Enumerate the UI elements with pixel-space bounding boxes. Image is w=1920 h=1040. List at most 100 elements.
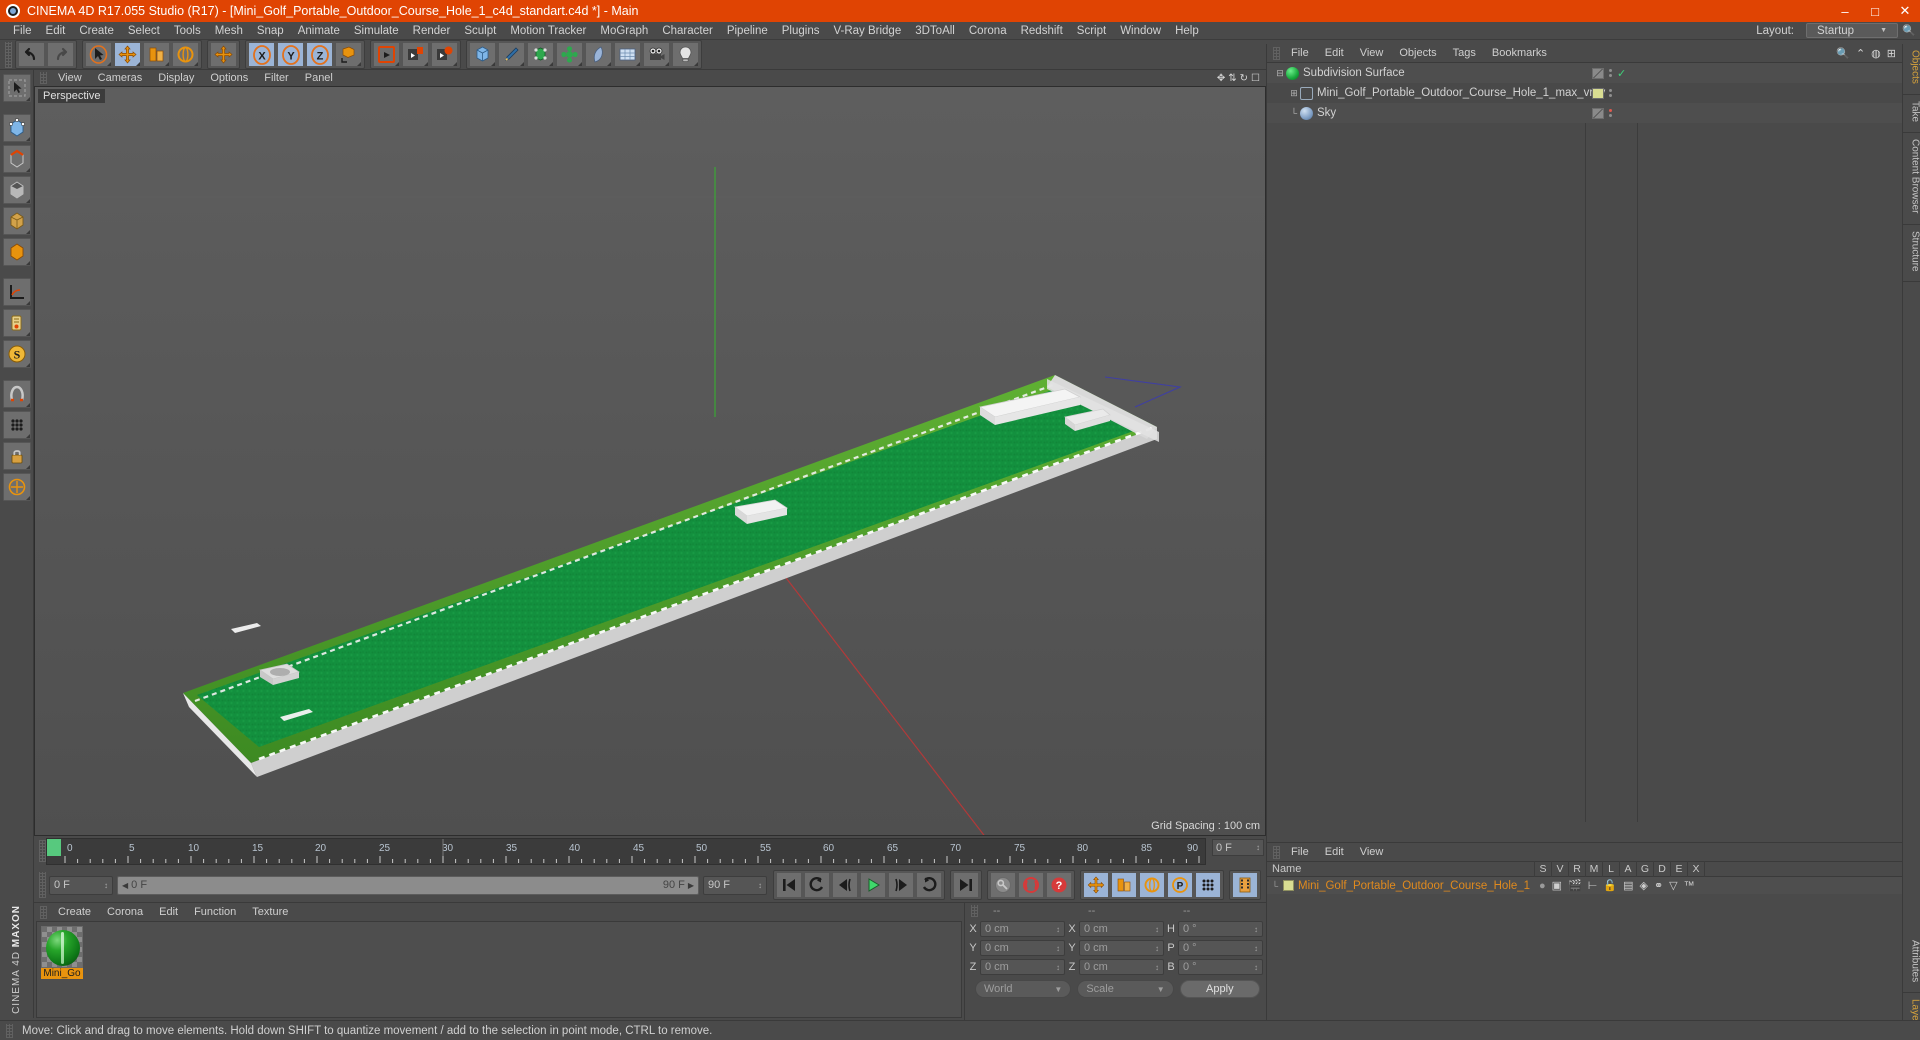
layer-column-d[interactable]: D [1654,861,1671,877]
cube-primitive-button[interactable] [469,42,496,67]
menu-tools[interactable]: Tools [167,22,208,40]
layermgr-menu-edit[interactable]: Edit [1317,843,1352,861]
matmgr-menu-create[interactable]: Create [50,903,99,921]
coordinate-mode-select[interactable]: Scale ▼ [1077,980,1174,998]
pan-icon[interactable]: ✥ [1217,73,1225,84]
viewport-menu-options[interactable]: Options [202,70,256,86]
scale-key-button[interactable] [1111,872,1137,898]
menu-vray-bridge[interactable]: V-Ray Bridge [826,22,908,40]
playbar-grip[interactable] [39,872,46,898]
expand-icon[interactable]: ⊞ [1289,88,1299,99]
material-tag-icon[interactable] [1592,87,1604,99]
enable-axis-tool[interactable] [2,473,31,501]
timeline-button[interactable] [1232,872,1258,898]
autokey-button[interactable] [1018,872,1044,898]
record-key-button[interactable] [990,872,1016,898]
select-tool-button[interactable] [85,42,112,67]
magnet-tool[interactable] [2,380,31,408]
search-icon[interactable]: 🔍 [1836,47,1850,60]
coord-field-pos-y[interactable]: 0 cm ↕ [980,940,1065,956]
material-manager-grip[interactable] [40,905,47,919]
panel-icon[interactable]: ⊞ [1887,47,1896,60]
objmgr-menu-tags[interactable]: Tags [1445,44,1484,62]
go-to-end-button[interactable] [953,872,979,898]
spinner-icon[interactable]: ↕ [1056,944,1060,953]
menu-mograph[interactable]: MoGraph [593,22,655,40]
viewport-menu-view[interactable]: View [50,70,90,86]
expression-toggle-icon[interactable]: ▽ [1669,879,1677,892]
maximize-button[interactable]: □ [1860,0,1890,22]
menu-window[interactable]: Window [1113,22,1168,40]
scene-button[interactable] [614,42,641,67]
move-tool-button[interactable] [114,42,141,67]
layer-column-x[interactable]: X [1688,861,1705,877]
next-keyframe-button[interactable] [916,872,942,898]
viewport-grip[interactable] [40,72,47,84]
menu-select[interactable]: Select [121,22,167,40]
sky-tag-icon[interactable] [1592,107,1604,119]
menu-mesh[interactable]: Mesh [208,22,250,40]
search-icon[interactable]: 🔍 [1902,23,1916,38]
menu-edit[interactable]: Edit [39,22,73,40]
camera-button[interactable] [643,42,670,67]
menu-snap[interactable]: Snap [250,22,291,40]
object-tree[interactable]: ⊟ Subdivision Surface ✓ ⊞ Mini_Golf_Port… [1267,62,1902,822]
axis-y-button[interactable]: Y [277,42,304,67]
xpresso-toggle-icon[interactable]: ™ [1684,880,1695,892]
rotate-tool-button[interactable] [172,42,199,67]
frame-range-slider[interactable]: ◀ 0 F 90 F ▶ [117,875,699,895]
menu-pipeline[interactable]: Pipeline [720,22,775,40]
layout-select[interactable]: Startup ▼ [1806,23,1898,38]
menu-script[interactable]: Script [1070,22,1113,40]
visibility-dots[interactable] [1609,69,1612,77]
spinner-icon[interactable]: ↕ [1056,963,1060,972]
menu-animate[interactable]: Animate [291,22,347,40]
coord-field-size-y[interactable]: 0 cm ↕ [1079,940,1164,956]
solo-toggle-icon[interactable]: ● [1539,880,1546,892]
layer-color-swatch[interactable] [1283,880,1294,891]
objmgr-menu-edit[interactable]: Edit [1317,44,1352,62]
layer-column-m[interactable]: M [1586,861,1603,877]
move-axis-button[interactable] [210,42,237,67]
viewport-3d[interactable]: Perspective Grid Spacing : 100 cm [34,86,1266,836]
layer-column-g[interactable]: G [1637,861,1654,877]
spinner-icon[interactable]: ↕ [758,881,762,890]
deformer-toggle-icon[interactable]: ⚭ [1654,879,1663,892]
menu-simulate[interactable]: Simulate [347,22,406,40]
step-forward-button[interactable] [888,872,914,898]
spinner-icon[interactable]: ↕ [1155,944,1159,953]
coordinate-system-select[interactable]: World ▼ [975,980,1072,998]
axis-z-button[interactable]: Z [306,42,333,67]
rtab-take[interactable]: Take [1902,95,1920,134]
status-grip[interactable] [6,1023,13,1038]
previous-keyframe-button[interactable] [804,872,830,898]
lock-toggle-icon[interactable]: 🔓 [1603,879,1617,892]
matmgr-menu-texture[interactable]: Texture [244,903,296,921]
timeline-frame-field[interactable]: 0 F ↕ [1212,839,1264,856]
go-to-start-button[interactable] [776,872,802,898]
live-selection-tool[interactable] [2,74,31,102]
viewport-menu-filter[interactable]: Filter [256,70,296,86]
menu-redshift[interactable]: Redshift [1014,22,1070,40]
ellipse-icon[interactable]: ◍ [1871,47,1881,60]
layer-column-a[interactable]: A [1620,861,1637,877]
model-mode-tool[interactable] [2,207,31,235]
rotation-key-button[interactable] [1139,872,1165,898]
expand-collapse-icon[interactable]: ⊟ [1275,68,1285,79]
up-arrow-icon[interactable]: ⌃ [1856,47,1865,60]
coord-field-rot-h[interactable]: 0 ° ↕ [1178,921,1263,937]
visibility-dots[interactable] [1609,89,1612,97]
generator-toggle-icon[interactable]: ◈ [1639,879,1647,892]
render-view-button[interactable] [373,42,400,67]
coord-field-rot-b[interactable]: 0 ° ↕ [1178,959,1263,975]
layer-column-v[interactable]: V [1552,861,1569,877]
edge-mode-tool[interactable] [2,145,31,173]
rtab-objects[interactable]: Objects [1902,44,1920,95]
layer-manager-grip[interactable] [1273,845,1280,859]
current-frame-field[interactable]: 0 F ↕ [49,875,113,895]
light-button[interactable] [672,42,699,67]
spinner-icon[interactable]: ↕ [1254,944,1258,953]
viewport-menu-display[interactable]: Display [150,70,202,86]
object-manager-grip[interactable] [1273,46,1280,60]
end-frame-field[interactable]: 90 F ↕ [703,875,767,895]
